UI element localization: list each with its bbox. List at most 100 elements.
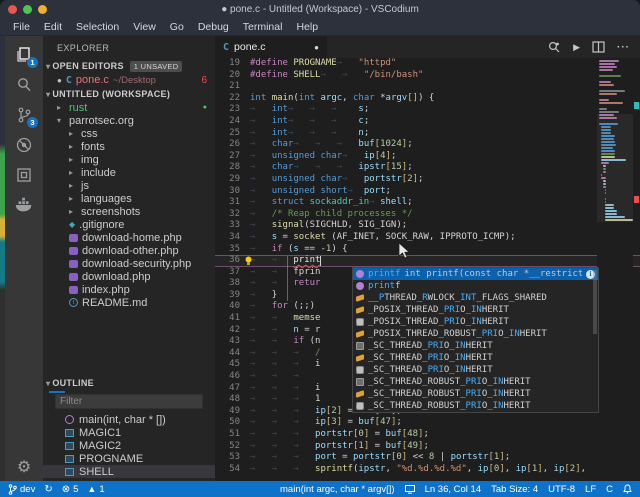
- suggestion-item-6[interactable]: _SC_THREAD_PRIO_INHERIT: [353, 340, 598, 352]
- tree-item-rust[interactable]: ▸ rust ●: [43, 101, 215, 114]
- suggestion-item-4[interactable]: _POSIX_THREAD_PRIO_INHERIT: [353, 316, 598, 328]
- manage-gear-icon[interactable]: ⚙: [5, 457, 43, 477]
- menu-go[interactable]: Go: [163, 19, 191, 35]
- minimap-viewport[interactable]: [597, 114, 633, 222]
- line-number: 22: [229, 92, 240, 103]
- activity-source-control[interactable]: 3: [5, 100, 43, 130]
- run-code-icon[interactable]: ▶: [573, 42, 580, 53]
- line-number: 31: [229, 197, 240, 208]
- status-encoding[interactable]: UTF-8: [548, 484, 575, 495]
- menu-selection[interactable]: Selection: [69, 19, 126, 35]
- suggestion-item-2[interactable]: __PTHREAD_RWLOCK_INT_FLAGS_SHARED: [353, 292, 598, 304]
- outline-item-magic2[interactable]: MAGIC2: [43, 439, 215, 452]
- suggestion-item-0[interactable]: printf int printf(const char *__restrict…: [353, 268, 598, 280]
- field-icon: [65, 441, 74, 450]
- status-error-count[interactable]: ⊗ 5: [62, 484, 79, 495]
- tree-item-index-php[interactable]: index.php: [43, 283, 215, 296]
- code-line-26: 26 → char→ → → buf[1024];: [215, 139, 640, 151]
- tree-item-parrotsec-org[interactable]: ▾ parrotsec.org: [43, 114, 215, 127]
- line-number: 45: [229, 359, 240, 370]
- menu-file[interactable]: File: [6, 19, 37, 35]
- status-screencast-indicator[interactable]: [404, 484, 415, 494]
- menu-debug[interactable]: Debug: [191, 19, 236, 35]
- menu-terminal[interactable]: Terminal: [236, 19, 290, 35]
- status-sync-status[interactable]: ↻: [44, 484, 52, 495]
- outline-item-main-int-char-[interactable]: main(int, char * []): [43, 413, 215, 426]
- activity-docker[interactable]: [5, 190, 43, 220]
- suggestion-item-1[interactable]: printf: [353, 280, 598, 292]
- code-analysis-icon[interactable]: [547, 40, 561, 54]
- title-bar: ● pone.c - Untitled (Workspace) - VSCodi…: [0, 0, 640, 18]
- tree-item-download-security-php[interactable]: download-security.php: [43, 257, 215, 270]
- outline-header[interactable]: ▾ OUTLINE: [43, 376, 215, 393]
- status-tab-size[interactable]: Tab Size: 4: [491, 484, 538, 495]
- more-actions-icon[interactable]: ···: [617, 42, 630, 53]
- minimap[interactable]: [597, 58, 633, 481]
- tree-item-download-other-php[interactable]: download-other.php: [43, 244, 215, 257]
- status-language-mode[interactable]: C: [606, 484, 613, 495]
- outline-item-magic1[interactable]: MAGIC1: [43, 426, 215, 439]
- tree-item--gitignore[interactable]: ◆ .gitignore: [43, 218, 215, 231]
- tree-item-fonts[interactable]: ▸ fonts: [43, 140, 215, 153]
- tree-item-label: screenshots: [81, 205, 141, 218]
- menu-help[interactable]: Help: [289, 19, 325, 35]
- split-editor-icon[interactable]: [592, 41, 605, 53]
- tree-item-css[interactable]: ▸ css: [43, 127, 215, 140]
- tree-item-label: img: [81, 153, 99, 166]
- code-editor[interactable]: 19 #define PROGNAME→ "httpd" 20 #define SHE…: [215, 58, 640, 481]
- code-line-27: 27 → unsigned char→ ip[4];: [215, 151, 640, 163]
- activity-debug[interactable]: [5, 130, 43, 160]
- code-text: → → →: [250, 371, 316, 382]
- open-editors-header[interactable]: ▾ OPEN EDITORS 1 UNSAVED: [43, 59, 215, 73]
- suggestion-label: _SC_THREAD_ROBUST_PRIO_INHERIT: [368, 401, 531, 411]
- activity-extensions[interactable]: [5, 160, 43, 190]
- suggestion-item-11[interactable]: _SC_THREAD_ROBUST_PRIO_INHERIT: [353, 400, 598, 412]
- close-button[interactable]: [8, 4, 17, 14]
- status-git-branch-status[interactable]: dev: [8, 484, 35, 495]
- tree-item-languages[interactable]: ▸ languages: [43, 192, 215, 205]
- suggestion-item-3[interactable]: _POSIX_THREAD_PRIO_INHERIT: [353, 304, 598, 316]
- minimize-button[interactable]: [38, 4, 47, 14]
- suggestion-item-9[interactable]: _SC_THREAD_ROBUST_PRIO_INHERIT: [353, 376, 598, 388]
- popup-scrollbar[interactable]: [593, 270, 597, 334]
- maximize-button[interactable]: [23, 4, 32, 14]
- outline-filter-input[interactable]: [55, 394, 203, 409]
- suggestion-item-7[interactable]: _SC_THREAD_PRIO_INHERIT: [353, 352, 598, 364]
- suggestion-item-10[interactable]: _SC_THREAD_ROBUST_PRIO_INHERIT: [353, 388, 598, 400]
- suggestion-item-8[interactable]: _SC_THREAD_PRIO_INHERIT: [353, 364, 598, 376]
- outline-item-shell[interactable]: SHELL: [43, 465, 215, 478]
- tree-item-screenshots[interactable]: ▸ screenshots: [43, 205, 215, 218]
- status-notifications[interactable]: [623, 484, 632, 494]
- workspace-header[interactable]: ▾ UNTITLED (WORKSPACE): [43, 87, 215, 101]
- field-icon: [356, 390, 364, 398]
- status-warning-count[interactable]: ▲ 1: [87, 484, 104, 495]
- tab-pone-c[interactable]: C pone.c ●: [215, 36, 327, 58]
- outline-item-progname[interactable]: PROGNAME: [43, 452, 215, 465]
- code-text: → if (s == -1) {: [250, 243, 348, 254]
- menu-edit[interactable]: Edit: [37, 19, 69, 35]
- chevron-down-icon: ▾: [46, 378, 51, 388]
- status-cursor-position[interactable]: Ln 36, Col 14: [425, 484, 482, 495]
- suggestion-item-5[interactable]: _POSIX_THREAD_ROBUST_PRIO_INHERIT: [353, 328, 598, 340]
- tree-item-include[interactable]: ▸ include: [43, 166, 215, 179]
- tree-item-img[interactable]: ▸ img: [43, 153, 215, 166]
- menu-view[interactable]: View: [126, 19, 163, 35]
- lightbulb-icon[interactable]: [244, 256, 253, 268]
- status-eol[interactable]: LF: [585, 484, 596, 495]
- tree-item-label: rust: [69, 101, 88, 114]
- open-editor-pone-c[interactable]: ● C pone.c ~/Desktop 6: [43, 73, 215, 87]
- activity-search[interactable]: [5, 70, 43, 100]
- tree-item-download-php[interactable]: download.php: [43, 270, 215, 283]
- code-text: → s = socket (AF_INET, SOCK_RAW, IPPROTO…: [250, 231, 516, 242]
- vscodium-window: ● pone.c - Untitled (Workspace) - VSCodi…: [0, 0, 640, 497]
- tree-item-download-home-php[interactable]: download-home.php: [43, 231, 215, 244]
- editor-group: C pone.c ● ▶ ··· 19 #define PROGNAME→ "ht…: [215, 36, 640, 481]
- status-symbol-context[interactable]: main(int argc, char * argv[]): [280, 484, 395, 495]
- tree-item-js[interactable]: ▸ js: [43, 179, 215, 192]
- activity-explorer[interactable]: 1: [5, 40, 43, 70]
- minimap-line: [599, 90, 625, 92]
- tree-item-readme-md[interactable]: i README.md: [43, 296, 215, 309]
- active-indent-guide: [287, 256, 288, 301]
- tree-item-label: index.php: [82, 283, 130, 296]
